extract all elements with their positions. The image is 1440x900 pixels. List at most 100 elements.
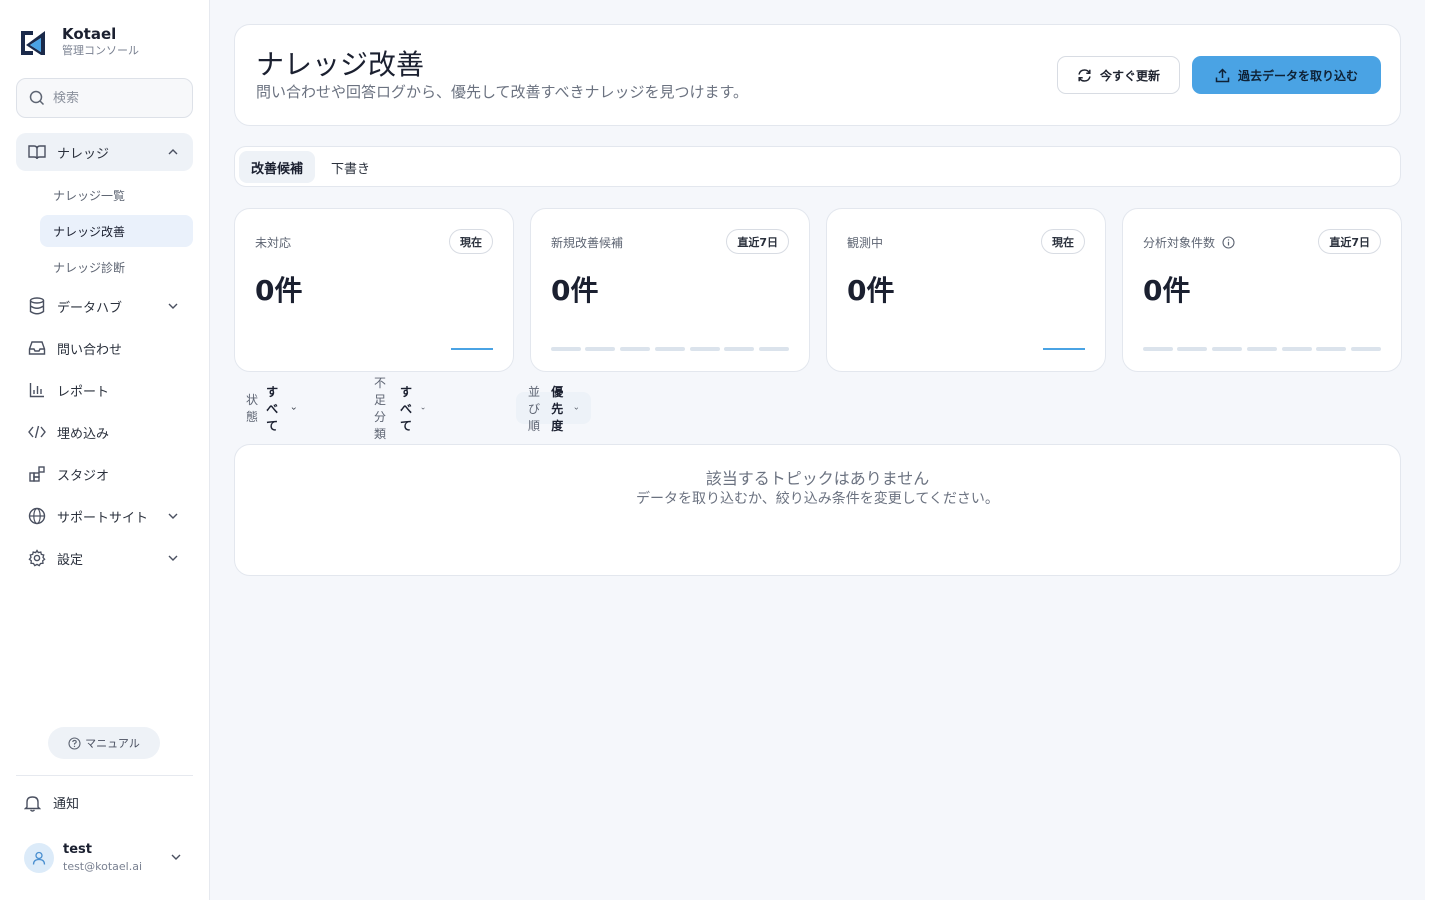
- sidebar-divider: [16, 775, 193, 776]
- sidebar-item-embed[interactable]: 埋め込み: [16, 413, 193, 451]
- manual-button[interactable]: マニュアル: [48, 727, 160, 759]
- chevron-down-icon: [292, 406, 297, 410]
- book-icon: [28, 143, 46, 161]
- filter-value: すべて: [266, 384, 279, 433]
- stat-badge: 直近7日: [726, 229, 789, 254]
- upload-icon: [1215, 67, 1230, 82]
- sidebar-item-label: ナレッジ: [57, 146, 110, 162]
- sparkline: [1043, 347, 1085, 351]
- tab-label: 下書き: [331, 161, 371, 177]
- brand-subtitle: 管理コンソール: [62, 44, 139, 57]
- user-menu[interactable]: test test@kotael.ai: [24, 838, 186, 878]
- sidebar-item-label: データハブ: [57, 300, 123, 316]
- empty-state: 該当するトピックはありません データを取り込むか、絞り込み条件を変更してください…: [234, 444, 1401, 576]
- sidebar-subitem-knowledge-diagnosis[interactable]: ナレッジ診断: [40, 251, 193, 283]
- inbox-icon: [28, 339, 46, 357]
- bell-icon: [24, 795, 41, 812]
- sidebar-item-datahub[interactable]: データハブ: [16, 287, 193, 325]
- sidebar-item-label: 埋め込み: [57, 426, 110, 442]
- stat-card-analysis-count: 分析対象件数 直近7日 0件: [1122, 208, 1402, 372]
- sidebar-item-support-site[interactable]: サポートサイト: [16, 497, 193, 535]
- scrollbar-track: [1425, 0, 1440, 900]
- stat-label: 未対応: [255, 236, 292, 250]
- stat-badge: 直近7日: [1318, 229, 1381, 254]
- filter-status[interactable]: 状態 すべて: [234, 385, 309, 433]
- stat-label: 分析対象件数: [1143, 236, 1216, 250]
- sidebar-item-studio[interactable]: スタジオ: [16, 455, 193, 493]
- chevron-down-icon: [171, 854, 181, 860]
- refresh-button[interactable]: 今すぐ更新: [1057, 56, 1180, 94]
- refresh-label: 今すぐ更新: [1099, 68, 1160, 83]
- refresh-icon: [1078, 68, 1091, 82]
- stat-value: 0件: [1143, 274, 1191, 307]
- tab-bar: 改善候補 下書き: [234, 146, 1401, 187]
- filter-sort-order[interactable]: 並び順 優先度: [516, 385, 592, 433]
- sidebar-item-reports[interactable]: レポート: [16, 371, 193, 409]
- import-past-data-button[interactable]: 過去データを取り込む: [1192, 56, 1381, 94]
- stat-badge: 現在: [449, 229, 493, 254]
- globe-icon: [28, 507, 46, 525]
- bar-chart-icon: [28, 381, 46, 399]
- page-title: ナレッジ改善: [256, 48, 425, 81]
- sidebar-item-label: サポートサイト: [57, 510, 149, 526]
- filter-value: 優先度: [551, 384, 564, 433]
- stat-badge: 現在: [1041, 229, 1085, 254]
- brand-name: Kotael: [62, 25, 117, 43]
- notifications-button[interactable]: 通知: [24, 793, 79, 812]
- page-description: 問い合わせや回答ログから、優先して改善すべきナレッジを見つけます。: [256, 83, 749, 101]
- sidebar-subitem-knowledge-list[interactable]: ナレッジ一覧: [40, 179, 193, 211]
- user-icon: [32, 851, 46, 865]
- chevron-down-icon: [421, 407, 425, 410]
- chevron-down-icon: [574, 407, 579, 410]
- stat-label-row: 分析対象件数: [1143, 234, 1235, 251]
- empty-state-description: データを取り込むか、絞り込み条件を変更してください。: [636, 491, 999, 507]
- help-circle-icon: [68, 736, 81, 750]
- filter-gap-category[interactable]: 不足分類 すべて: [362, 376, 437, 441]
- sparkline-bars: [1143, 347, 1381, 351]
- user-email: test@kotael.ai: [63, 860, 143, 873]
- tab-drafts[interactable]: 下書き: [319, 151, 382, 183]
- sparkline: [451, 347, 493, 351]
- chevron-down-icon: [168, 513, 178, 519]
- sidebar-subitem-knowledge-improve[interactable]: ナレッジ改善: [40, 215, 193, 247]
- sidebar-item-label: レポート: [57, 384, 110, 400]
- tab-improvement-candidates[interactable]: 改善候補: [239, 151, 316, 183]
- sidebar-subitem-label: ナレッジ診断: [53, 260, 126, 275]
- filter-value: すべて: [399, 384, 412, 433]
- code-icon: [28, 423, 46, 441]
- sidebar-item-inquiries[interactable]: 問い合わせ: [16, 329, 193, 367]
- user-name: test: [63, 842, 92, 857]
- search-input[interactable]: [53, 90, 173, 106]
- filter-label: 不足分類: [374, 376, 387, 441]
- sidebar-item-label: スタジオ: [57, 468, 110, 484]
- sidebar-item-settings[interactable]: 設定: [16, 539, 193, 577]
- stat-label: 観測中: [847, 236, 884, 250]
- sidebar-subitem-label: ナレッジ一覧: [53, 188, 126, 203]
- brand[interactable]: Kotael 管理コンソール: [18, 26, 139, 59]
- import-label: 過去データを取り込む: [1237, 68, 1358, 83]
- database-icon: [28, 297, 46, 315]
- stat-value: 0件: [551, 274, 599, 307]
- avatar: [24, 843, 54, 873]
- stat-label: 新規改善候補: [551, 236, 624, 250]
- stat-card-unhandled: 未対応 現在 0件: [234, 208, 514, 372]
- chevron-up-icon: [168, 149, 178, 155]
- kotael-logo-icon: [21, 30, 45, 55]
- notifications-label: 通知: [53, 797, 80, 812]
- filter-label: 状態: [246, 393, 259, 424]
- sidebar-item-knowledge[interactable]: ナレッジ: [16, 133, 193, 171]
- sidebar-subitem-label: ナレッジ改善: [53, 224, 126, 239]
- stat-card-new-candidates: 新規改善候補 直近7日 0件: [530, 208, 810, 372]
- sidebar-item-label: 設定: [57, 552, 84, 568]
- search-box[interactable]: [16, 78, 193, 118]
- stat-value: 0件: [255, 274, 303, 307]
- tab-label: 改善候補: [251, 161, 304, 177]
- filter-label: 並び順: [528, 384, 541, 433]
- search-icon: [29, 90, 45, 106]
- page-header: ナレッジ改善 問い合わせや回答ログから、優先して改善すべきナレッジを見つけます。…: [234, 24, 1401, 126]
- chevron-down-icon: [168, 555, 178, 561]
- manual-label: マニュアル: [85, 737, 140, 750]
- stat-value: 0件: [847, 274, 895, 307]
- sparkline-bars: [551, 347, 789, 351]
- info-icon[interactable]: [1222, 236, 1235, 249]
